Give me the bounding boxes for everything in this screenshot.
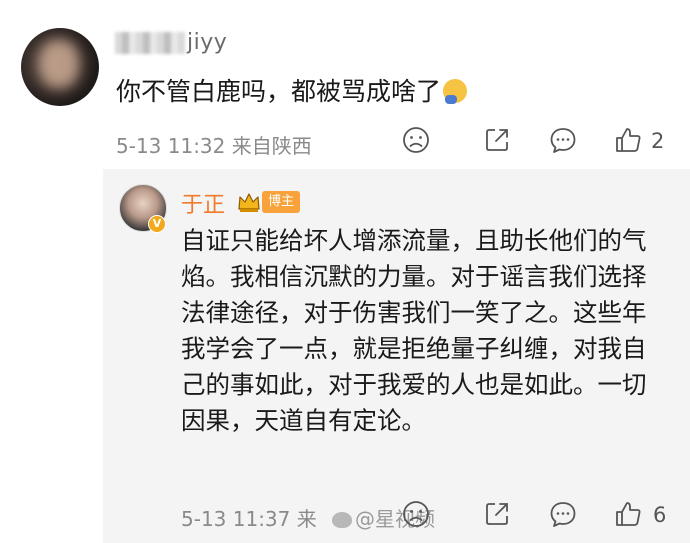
author-name[interactable]: 于正 — [181, 187, 225, 219]
verified-badge: V — [148, 215, 166, 233]
dislike-face-icon[interactable] — [401, 125, 431, 155]
dislike-face-icon[interactable] — [401, 499, 431, 529]
reply-text: 自证只能给坏人增添流量，且助长他们的气焰。我相信沉默的力量。对于谣言我们选择法律… — [181, 226, 647, 435]
commenter-avatar[interactable] — [21, 28, 99, 106]
commenter-username[interactable]: jiyy — [115, 30, 227, 55]
comment-bubble-icon[interactable] — [548, 499, 578, 529]
comment-bubble-icon[interactable] — [548, 125, 578, 155]
blurred-name-mask — [115, 32, 185, 54]
crown-icon — [238, 193, 260, 212]
blogger-badge: 博主 — [262, 191, 301, 213]
share-icon[interactable] — [482, 125, 512, 155]
reply-meta: 5-13 11:37 来 — [181, 507, 317, 531]
thumbs-up-icon[interactable] — [613, 125, 643, 155]
facepalm-emoji-icon — [443, 79, 468, 104]
comment-like-count: 2 — [651, 129, 665, 153]
comment-meta: 5-13 11:32 来自陕西 — [116, 134, 312, 158]
share-icon[interactable] — [482, 499, 512, 529]
reply-like-count: 6 — [653, 503, 667, 527]
comment-text: 你不管白鹿吗，都被骂成啥了 — [116, 72, 468, 108]
thumbs-up-icon[interactable] — [613, 499, 643, 529]
weibo-logo-icon — [332, 512, 352, 528]
